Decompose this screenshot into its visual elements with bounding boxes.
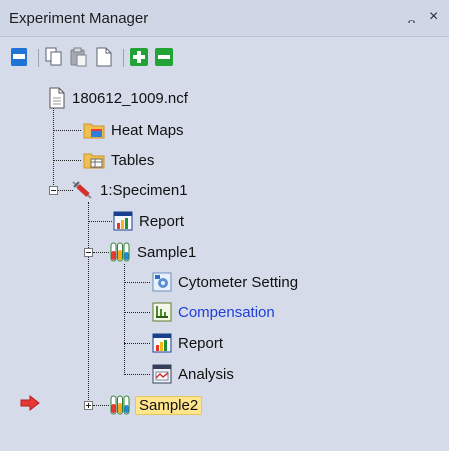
tree-connector — [124, 343, 150, 344]
tree-node-label: Analysis — [178, 365, 234, 383]
expand-toggle-sample2[interactable] — [84, 401, 93, 410]
collapse-toggle-sample1[interactable] — [84, 248, 93, 257]
toolbar-separator — [123, 49, 124, 67]
view-panel-icon[interactable] — [10, 47, 28, 67]
tree-node-tables[interactable]: Tables — [83, 148, 156, 172]
red-arrow-icon — [20, 395, 40, 411]
heatmap-folder-icon — [83, 123, 105, 139]
tree-node-sample1-report[interactable]: Report — [152, 331, 225, 355]
experiment-manager-panel: Experiment Manager ᎔ × 180612_1009.ncf H… — [0, 0, 449, 451]
panel-titlebar: Experiment Manager ᎔ × — [0, 0, 449, 37]
tree-node-label: Tables — [111, 151, 155, 169]
tree-node-label: 1:Specimen1 — [100, 181, 188, 199]
toolbar — [0, 37, 449, 77]
syringe-icon — [72, 181, 92, 199]
tree-connector — [53, 160, 81, 161]
close-icon[interactable]: × — [429, 8, 438, 26]
toolbar-separator — [38, 49, 39, 67]
tree-connector — [124, 264, 125, 375]
tree-node-cytometer-setting[interactable]: Cytometer Setting — [152, 270, 300, 294]
experiment-tree: 180612_1009.ncf Heat Maps Tables 1:Speci… — [0, 78, 449, 451]
remove-icon[interactable] — [155, 47, 173, 67]
test-tubes-icon — [110, 242, 130, 262]
tree-node-compensation[interactable]: Compensation — [152, 300, 277, 324]
tree-node-sample1[interactable]: Sample1 — [109, 240, 198, 264]
tree-node-analysis[interactable]: Analysis — [152, 362, 236, 386]
compensation-icon — [152, 302, 172, 322]
tree-connector — [53, 130, 81, 131]
tree-node-specimen[interactable]: 1:Specimen1 — [70, 178, 190, 202]
tree-connector — [53, 98, 54, 193]
file-icon — [49, 87, 65, 109]
report-chart-icon — [113, 211, 133, 231]
tree-node-heat-maps[interactable]: Heat Maps — [83, 118, 186, 142]
tree-connector — [124, 374, 150, 375]
analysis-icon — [152, 364, 172, 384]
tree-connector — [88, 202, 89, 406]
tree-connector — [88, 221, 112, 222]
tree-node-label: Cytometer Setting — [178, 273, 299, 291]
tree-node-file[interactable]: 180612_1009.ncf — [48, 86, 190, 110]
panel-title: Experiment Manager — [9, 10, 149, 27]
collapse-toggle-specimen[interactable] — [49, 186, 58, 195]
tree-connector — [93, 405, 109, 406]
report-chart-icon — [152, 333, 172, 353]
tree-node-sample2[interactable]: Sample2 — [109, 393, 203, 417]
tree-node-label: Compensation — [178, 303, 275, 321]
table-folder-icon — [83, 153, 105, 169]
tree-connector — [93, 252, 109, 253]
tree-node-specimen-report[interactable]: Report — [113, 209, 186, 233]
add-icon[interactable] — [130, 47, 148, 67]
tree-node-label: Sample1 — [137, 243, 197, 261]
copy-icon[interactable] — [45, 47, 63, 67]
paste-icon[interactable] — [70, 47, 88, 67]
tree-node-label: Report — [139, 212, 185, 230]
tree-node-label: Heat Maps — [111, 121, 184, 139]
tree-connector — [124, 282, 150, 283]
tree-node-label: Report — [178, 334, 224, 352]
tree-connector — [124, 312, 150, 313]
document-icon[interactable] — [95, 47, 113, 67]
pin-icon[interactable]: ᎔ — [408, 9, 415, 28]
tree-node-label: Sample2 — [135, 395, 203, 415]
tree-node-label: 180612_1009.ncf — [72, 89, 188, 107]
test-tubes-icon — [110, 395, 130, 415]
cytometer-setting-icon — [152, 272, 172, 292]
